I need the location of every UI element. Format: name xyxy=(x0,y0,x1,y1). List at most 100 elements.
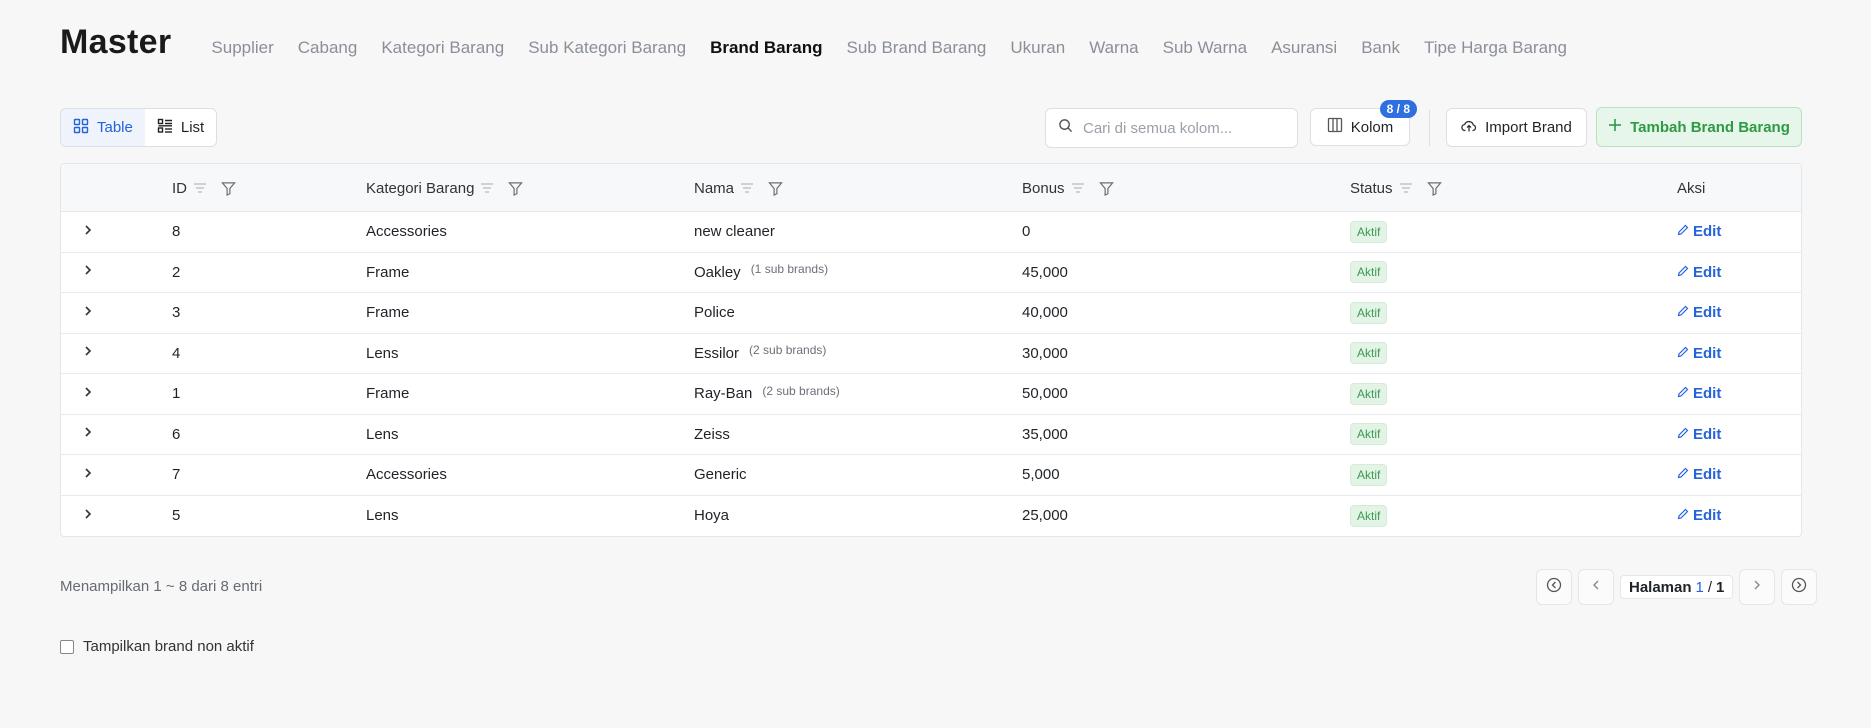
edit-button[interactable]: Edit xyxy=(1677,345,1721,362)
nav-item[interactable]: Warna xyxy=(1089,34,1138,62)
filter-icon[interactable] xyxy=(1426,181,1442,196)
edit-label: Edit xyxy=(1693,385,1722,403)
row-expand-button[interactable] xyxy=(81,496,95,537)
cell-aksi: Edit xyxy=(1677,415,1721,455)
edit-label: Edit xyxy=(1693,304,1722,322)
cell-status: Aktif xyxy=(1350,374,1388,414)
cell-aksi: Edit xyxy=(1677,212,1721,252)
status-badge: Aktif xyxy=(1350,504,1388,527)
columns-button[interactable]: Kolom 8 / 8 xyxy=(1310,100,1417,146)
cell-aksi: Edit xyxy=(1677,496,1721,537)
page-title: Master xyxy=(60,23,172,61)
columns-icon xyxy=(1327,117,1343,137)
filter-icon[interactable] xyxy=(221,181,236,196)
cell-aksi: Edit xyxy=(1677,253,1721,293)
status-badge: Aktif xyxy=(1350,220,1388,243)
cell-bonus: 45,000 xyxy=(1022,263,1068,281)
chevron-right-icon xyxy=(81,223,95,241)
cell-kategori: Frame xyxy=(366,304,410,322)
filter-icon[interactable] xyxy=(1098,181,1114,196)
status-badge: Aktif xyxy=(1350,423,1388,446)
col-header-status[interactable]: Status xyxy=(1350,164,1442,212)
view-table-button[interactable]: Table xyxy=(61,109,145,146)
row-expand-button[interactable] xyxy=(81,212,95,252)
edit-label: Edit xyxy=(1693,223,1722,241)
nav-item[interactable]: Ukuran xyxy=(1010,34,1065,62)
table-body: 8 Accessories new cleaner 0 Aktif Edit 2 Frame O… xyxy=(61,212,1801,536)
sort-icon[interactable] xyxy=(480,182,494,194)
prev-page-button[interactable] xyxy=(1578,569,1614,605)
brand-name: Police xyxy=(694,304,735,322)
cell-kategori: Lens xyxy=(366,344,399,362)
cell-nama: Hoya xyxy=(694,496,729,537)
show-inactive-checkbox[interactable] xyxy=(60,639,74,654)
first-page-button[interactable] xyxy=(1536,569,1572,605)
row-expand-button[interactable] xyxy=(81,293,95,333)
nav-item[interactable]: Asuransi xyxy=(1271,34,1337,62)
cell-status: Aktif xyxy=(1350,415,1388,455)
status-badge: Aktif xyxy=(1350,301,1388,324)
chevron-right-icon xyxy=(81,385,95,403)
cell-bonus: 5,000 xyxy=(1022,466,1060,484)
edit-button[interactable]: Edit xyxy=(1677,466,1721,483)
cell-aksi: Edit xyxy=(1677,455,1721,495)
sort-icon[interactable] xyxy=(1071,182,1085,194)
show-inactive-toggle[interactable]: Tampilkan brand non aktif xyxy=(60,638,254,655)
nav-item[interactable]: Supplier xyxy=(211,34,273,62)
cell-kategori: Lens xyxy=(366,425,399,443)
edit-button[interactable]: Edit xyxy=(1677,507,1721,524)
edit-button[interactable]: Edit xyxy=(1677,264,1721,281)
nav-item[interactable]: Sub Kategori Barang xyxy=(528,34,686,62)
col-header-kategori[interactable]: Kategori Barang xyxy=(366,164,524,212)
edit-label: Edit xyxy=(1693,344,1722,362)
sort-icon[interactable] xyxy=(193,182,207,194)
sort-icon[interactable] xyxy=(740,182,754,194)
row-expand-button[interactable] xyxy=(81,455,95,495)
row-expand-button[interactable] xyxy=(81,415,95,455)
col-header-label: Nama xyxy=(694,179,735,197)
toolbar: Table List Kolom 8 / 8 Import Brand Tamb… xyxy=(60,100,1802,148)
edit-button[interactable]: Edit xyxy=(1677,223,1721,240)
search-input[interactable] xyxy=(1083,119,1283,137)
cell-nama: Generic xyxy=(694,455,747,495)
table-row: 6 Lens Zeiss 35,000 Aktif Edit xyxy=(61,415,1801,455)
nav-item[interactable]: Tipe Harga Barang xyxy=(1424,34,1567,62)
col-header-nama[interactable]: Nama xyxy=(694,164,783,212)
search-box xyxy=(1045,108,1298,148)
col-header-label: ID xyxy=(172,179,187,197)
edit-button[interactable]: Edit xyxy=(1677,304,1721,321)
cell-bonus: 25,000 xyxy=(1022,507,1068,525)
nav-item[interactable]: Kategori Barang xyxy=(381,34,504,62)
nav-item[interactable]: Bank xyxy=(1361,34,1400,62)
filter-icon[interactable] xyxy=(508,181,524,196)
page-current: 1 xyxy=(1695,578,1704,596)
sort-icon[interactable] xyxy=(1399,182,1413,194)
add-brand-button[interactable]: Tambah Brand Barang xyxy=(1596,107,1802,147)
col-header-aksi: Aksi xyxy=(1677,164,1705,212)
page-total: 1 xyxy=(1716,578,1725,596)
last-page-button[interactable] xyxy=(1781,569,1818,605)
col-header-label: Bonus xyxy=(1022,179,1065,197)
next-page-button[interactable] xyxy=(1739,569,1776,605)
row-expand-button[interactable] xyxy=(81,374,95,414)
grid-icon xyxy=(73,118,89,138)
import-brand-button[interactable]: Import Brand xyxy=(1446,108,1587,147)
edit-label: Edit xyxy=(1693,425,1722,443)
page-separator: / xyxy=(1707,578,1713,596)
filter-icon[interactable] xyxy=(768,181,783,196)
nav-item[interactable]: Brand Barang xyxy=(710,34,822,62)
nav-item[interactable]: Sub Brand Barang xyxy=(846,34,986,62)
cell-bonus: 40,000 xyxy=(1022,304,1068,322)
nav-item[interactable]: Sub Warna xyxy=(1163,34,1247,62)
view-toggle: Table List xyxy=(60,108,218,147)
cell-nama: Oakley (1 sub brands) xyxy=(694,253,828,293)
chevron-right-icon xyxy=(81,466,95,484)
nav-item[interactable]: Cabang xyxy=(298,34,358,62)
edit-button[interactable]: Edit xyxy=(1677,426,1721,443)
row-expand-button[interactable] xyxy=(81,253,95,293)
col-header-bonus[interactable]: Bonus xyxy=(1022,164,1114,212)
edit-button[interactable]: Edit xyxy=(1677,385,1721,402)
row-expand-button[interactable] xyxy=(81,334,95,374)
view-list-button[interactable]: List xyxy=(145,109,216,146)
col-header-id[interactable]: ID xyxy=(172,164,236,212)
